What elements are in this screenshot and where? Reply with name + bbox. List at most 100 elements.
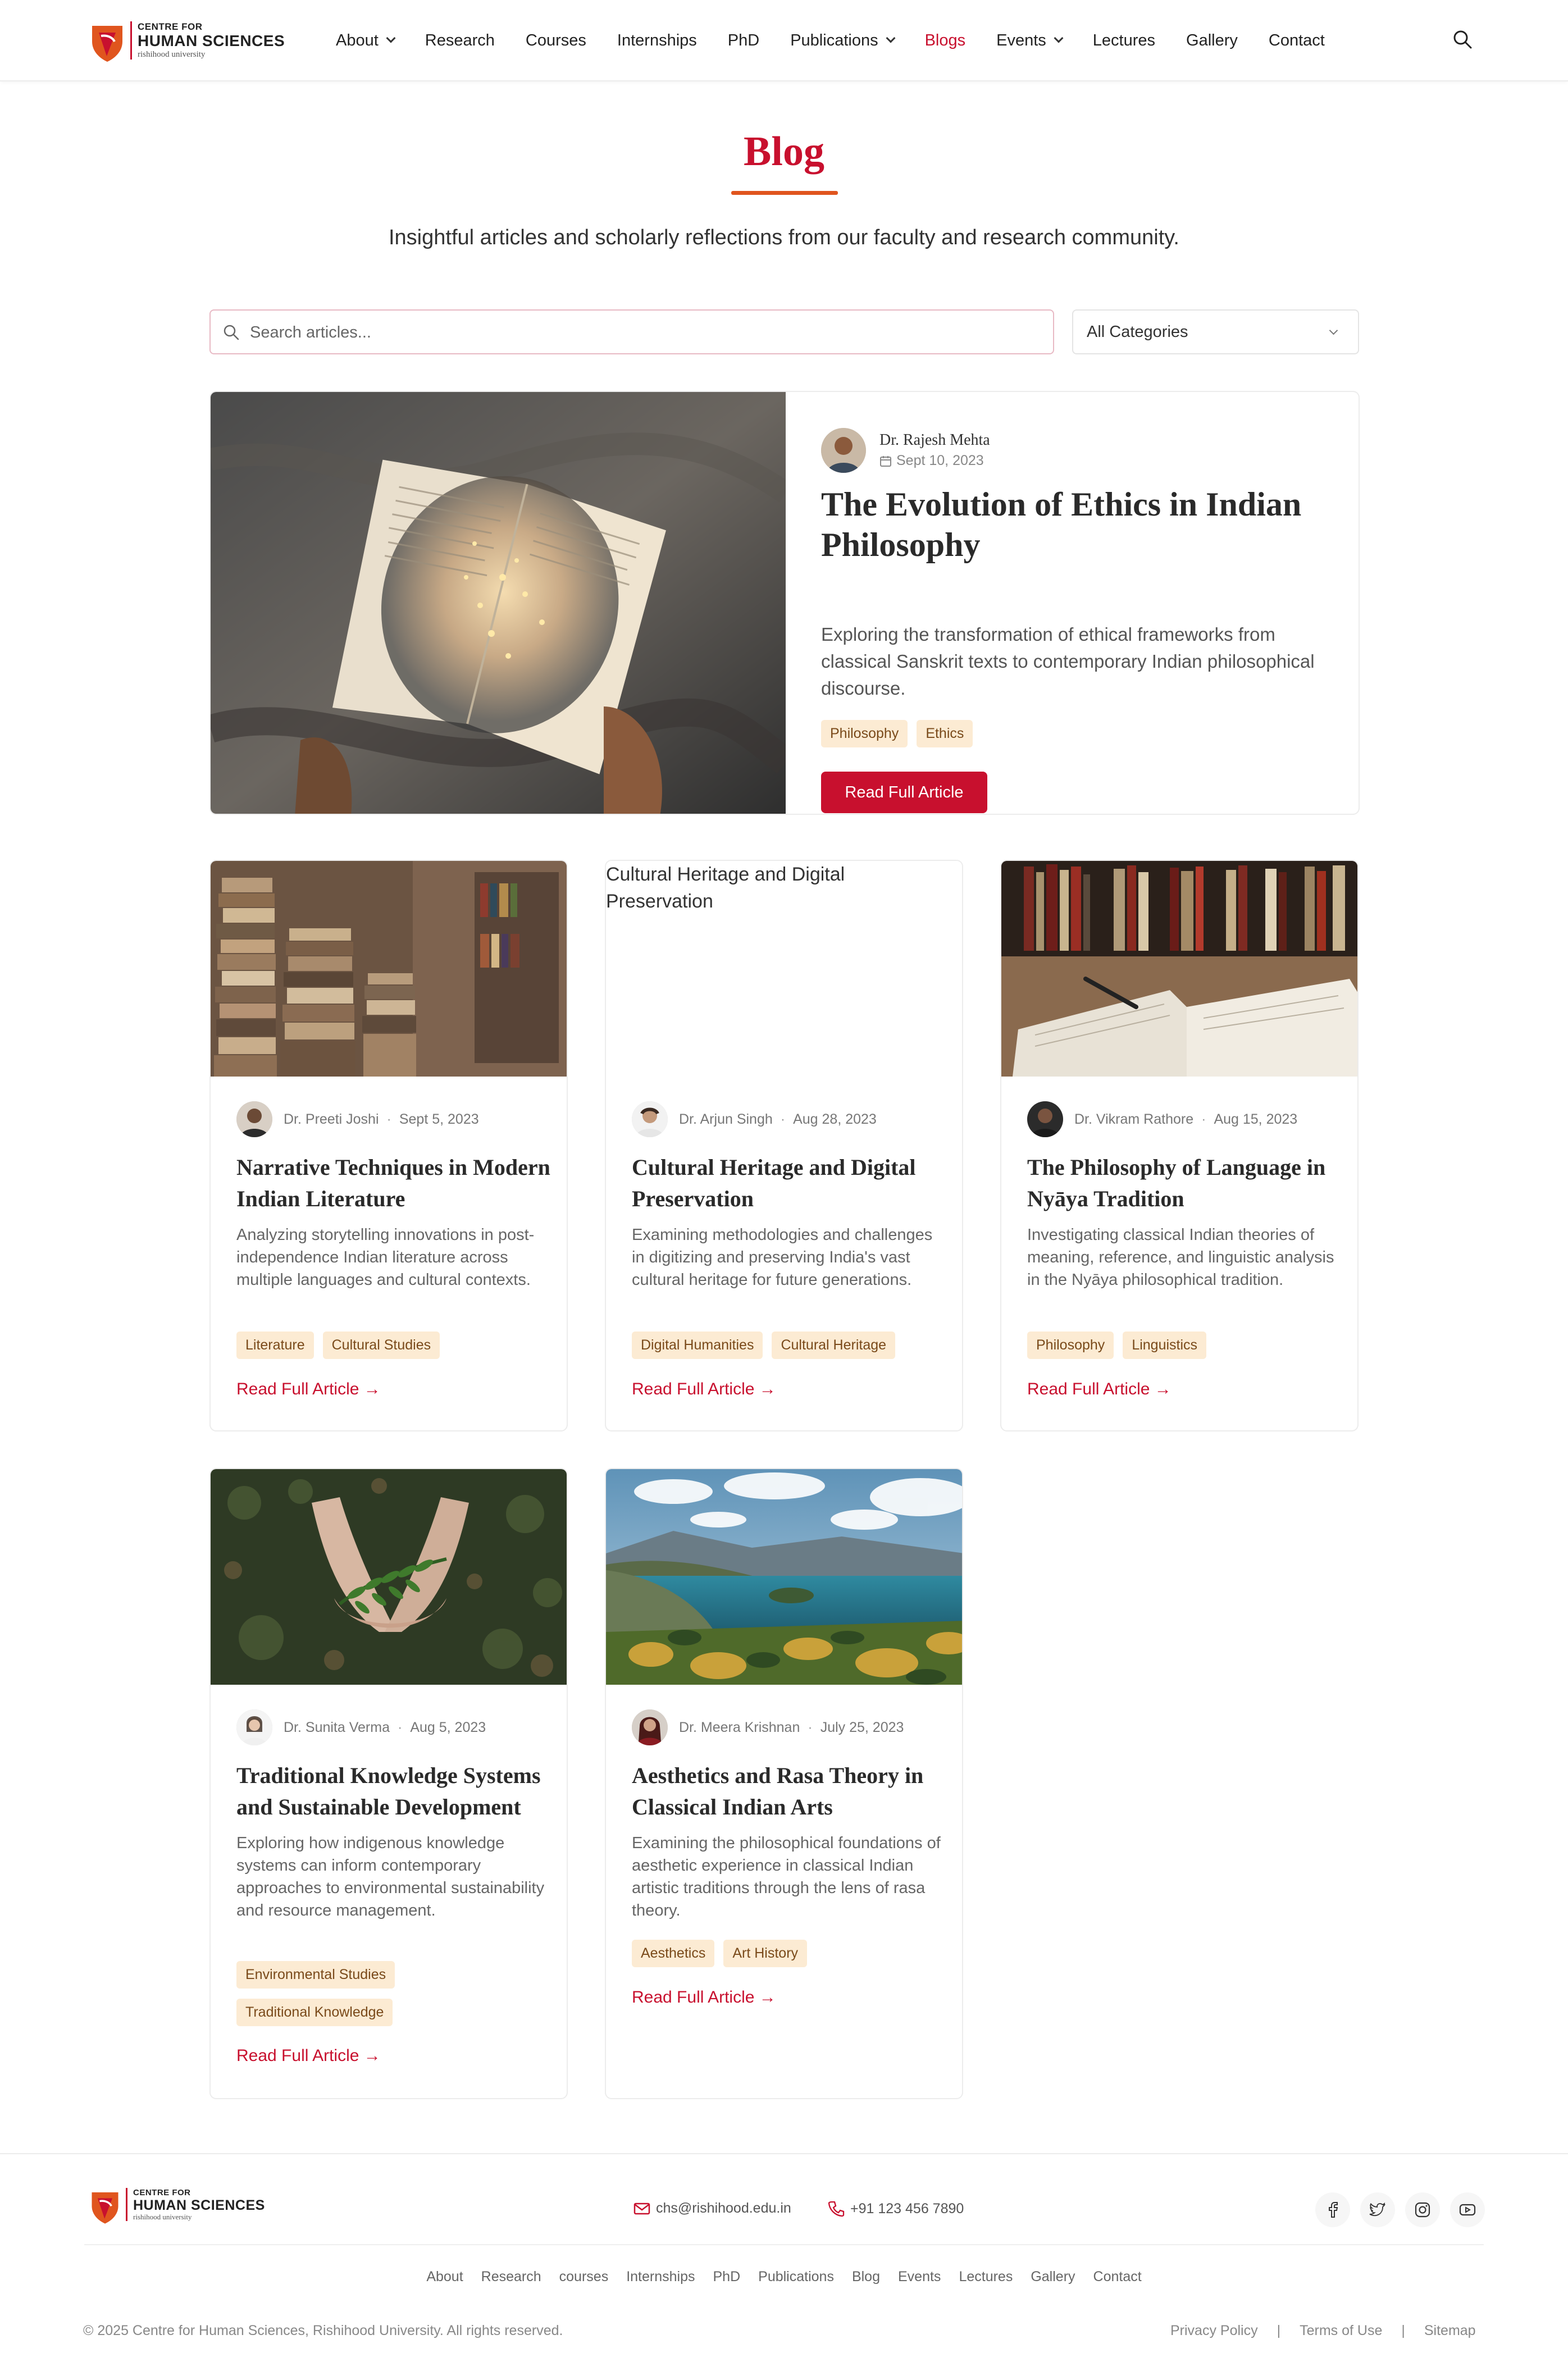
tag[interactable]: Ethics: [917, 720, 973, 747]
card-tags: Aesthetics Art History: [632, 1940, 946, 1977]
footer-phone[interactable]: +91 123 456 7890: [828, 2200, 964, 2217]
search-field[interactable]: [209, 309, 1054, 354]
card-title[interactable]: Narrative Techniques in Modern Indian Li…: [236, 1152, 551, 1215]
read-full-article-link[interactable]: Read Full Article →: [236, 1380, 381, 1399]
tag[interactable]: Cultural Heritage: [772, 1332, 896, 1359]
card-title[interactable]: The Philosophy of Language in Nyāya Trad…: [1027, 1152, 1342, 1215]
nav-label: Gallery: [1186, 31, 1238, 49]
footer-logo[interactable]: CENTRE FOR HUMAN SCIENCES rishihood univ…: [90, 2188, 275, 2227]
shield-logo-icon: [92, 26, 122, 62]
footer-link-events[interactable]: Events: [898, 2269, 941, 2285]
card-title[interactable]: Cultural Heritage and Digital Preservati…: [632, 1152, 946, 1215]
footer-link-courses[interactable]: courses: [559, 2269, 609, 2285]
tag[interactable]: Cultural Studies: [322, 1332, 440, 1359]
sitemap-link[interactable]: Sitemap: [1424, 2323, 1476, 2339]
terms-of-use-link[interactable]: Terms of Use: [1300, 2323, 1382, 2339]
featured-tags: Philosophy Ethics: [821, 720, 982, 747]
nav-label: About: [336, 31, 379, 49]
read-full-article-link[interactable]: Read Full Article →: [236, 2046, 381, 2065]
footer-link-research[interactable]: Research: [481, 2269, 541, 2285]
footer-link-contact[interactable]: Contact: [1093, 2269, 1142, 2285]
chevron-down-icon: [886, 33, 896, 43]
tag[interactable]: Traditional Knowledge: [236, 1999, 393, 2026]
nav-label: Lectures: [1092, 31, 1156, 49]
nav-item-blogs[interactable]: Blogs: [925, 31, 966, 50]
card-author: Dr. Arjun Singh: [679, 1111, 773, 1127]
page-title: Blog: [744, 129, 824, 175]
card-excerpt: Exploring how indigenous knowledge syste…: [236, 1834, 545, 1919]
card-meta: Dr. Arjun Singh · Aug 28, 2023: [632, 1101, 877, 1137]
legal-separator: |: [1277, 2323, 1281, 2338]
logo-line-2: HUMAN SCIENCES: [138, 32, 285, 49]
card-image: [606, 1469, 962, 1685]
read-full-article-button[interactable]: Read Full Article: [821, 772, 987, 813]
footer-email[interactable]: chs@rishihood.edu.in: [633, 2200, 791, 2217]
card-image-broken: Cultural Heritage and Digital Preservati…: [606, 861, 962, 1077]
search-icon: [224, 325, 239, 340]
search-icon[interactable]: [1452, 29, 1473, 49]
tag[interactable]: Aesthetics: [632, 1940, 715, 1967]
nav-item-contact[interactable]: Contact: [1269, 31, 1325, 50]
nav-item-phd[interactable]: PhD: [728, 31, 759, 50]
tag[interactable]: Environmental Studies: [236, 1961, 395, 1989]
site-footer: CENTRE FOR HUMAN SCIENCES rishihood univ…: [0, 2153, 1568, 2362]
card-title[interactable]: Traditional Knowledge Systems and Sustai…: [236, 1760, 551, 1823]
logo-line-1: CENTRE FOR: [133, 2188, 191, 2197]
tag[interactable]: Philosophy: [1027, 1332, 1114, 1359]
nav-item-research[interactable]: Research: [425, 31, 495, 50]
footer-email-text: chs@rishihood.edu.in: [656, 2200, 791, 2216]
twitter-icon[interactable]: [1360, 2192, 1395, 2227]
site-logo[interactable]: CENTRE FOR HUMAN SCIENCES rishihood univ…: [90, 21, 303, 65]
instagram-icon[interactable]: [1405, 2192, 1440, 2227]
footer-link-about[interactable]: About: [426, 2269, 463, 2285]
image-alt-text: Cultural Heritage and Digital Preservati…: [606, 864, 845, 912]
blog-card: Dr. Preeti Joshi · Sept 5, 2023 Narrativ…: [209, 860, 568, 1431]
nav-item-publications[interactable]: Publications: [790, 31, 896, 50]
logo-line-3: rishihood university: [138, 50, 206, 59]
footer-link-publications[interactable]: Publications: [758, 2269, 834, 2285]
meta-separator: ·: [808, 1719, 813, 1735]
card-tags: Literature Cultural Studies: [236, 1332, 551, 1369]
featured-body: Dr. Rajesh Mehta Sept 10, 2023 The Evolu…: [821, 428, 1327, 813]
footer-link-lectures[interactable]: Lectures: [959, 2269, 1013, 2285]
tag[interactable]: Linguistics: [1123, 1332, 1207, 1359]
footer-phone-text: +91 123 456 7890: [850, 2200, 964, 2217]
category-select[interactable]: All Categories: [1072, 309, 1359, 354]
footer-link-gallery[interactable]: Gallery: [1031, 2269, 1075, 2285]
card-tags: Digital Humanities Cultural Heritage: [632, 1332, 946, 1369]
nav-item-events[interactable]: Events: [996, 31, 1064, 50]
tag[interactable]: Philosophy: [821, 720, 908, 747]
nav-label: Courses: [525, 31, 586, 49]
read-full-article-link[interactable]: Read Full Article →: [632, 1988, 776, 2007]
card-title[interactable]: Aesthetics and Rasa Theory in Classical …: [632, 1760, 946, 1823]
privacy-policy-link[interactable]: Privacy Policy: [1170, 2323, 1258, 2339]
legal-links: Privacy Policy | Terms of Use | Sitemap: [1170, 2323, 1476, 2339]
card-date: Sept 5, 2023: [399, 1111, 479, 1127]
tag[interactable]: Art History: [723, 1940, 808, 1967]
read-full-article-link[interactable]: Read Full Article →: [632, 1380, 776, 1399]
blog-card: Dr. Vikram Rathore · Aug 15, 2023 The Ph…: [1000, 860, 1359, 1431]
nav-item-internships[interactable]: Internships: [617, 31, 697, 50]
category-select-value: All Categories: [1087, 323, 1188, 341]
footer-link-phd[interactable]: PhD: [713, 2269, 741, 2285]
facebook-icon[interactable]: [1315, 2192, 1350, 2227]
card-date: Aug 5, 2023: [410, 1719, 486, 1735]
read-full-article-link[interactable]: Read Full Article →: [1027, 1380, 1172, 1399]
meta-separator: ·: [386, 1111, 391, 1127]
nav-item-lectures[interactable]: Lectures: [1093, 31, 1155, 50]
logo-line-2: HUMAN SCIENCES: [133, 2197, 265, 2213]
tag[interactable]: Digital Humanities: [632, 1332, 763, 1359]
tag[interactable]: Literature: [236, 1332, 314, 1359]
nav-item-about[interactable]: About: [336, 31, 396, 50]
footer-link-blog[interactable]: Blog: [852, 2269, 880, 2285]
nav-label: Internships: [617, 31, 697, 49]
featured-title[interactable]: The Evolution of Ethics in Indian Philos…: [821, 484, 1315, 565]
chevron-down-icon: [1054, 33, 1064, 43]
nav-item-gallery[interactable]: Gallery: [1186, 31, 1238, 50]
youtube-icon[interactable]: [1450, 2192, 1485, 2227]
search-input[interactable]: [250, 321, 1036, 344]
nav-item-courses[interactable]: Courses: [526, 31, 586, 50]
nav-label: Blogs: [924, 31, 966, 49]
card-excerpt: Analyzing storytelling innovations in po…: [236, 1226, 535, 1289]
footer-link-internships[interactable]: Internships: [626, 2269, 695, 2285]
